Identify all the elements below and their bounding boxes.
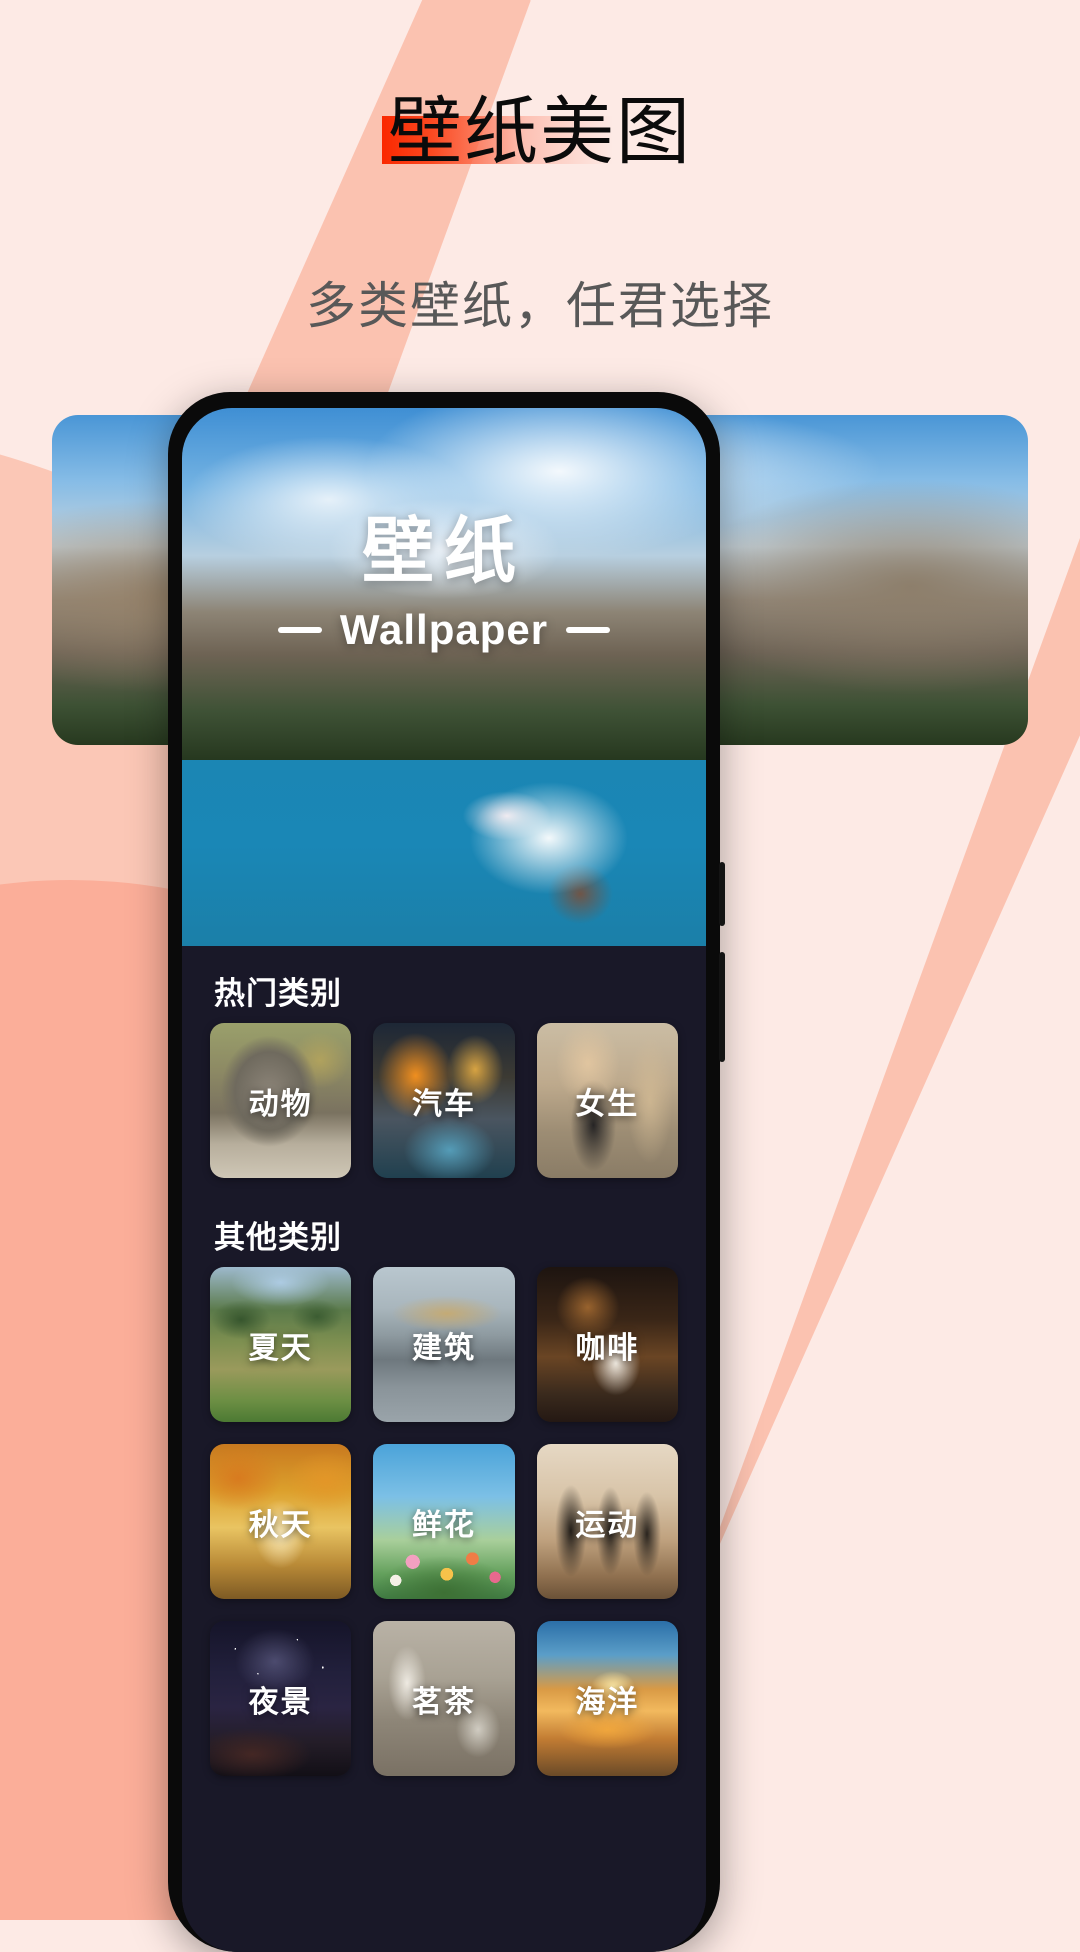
phone-volume-button	[719, 952, 725, 1062]
category-grid-hot: 动物 汽车 女生	[182, 1023, 706, 1200]
category-label: 茗茶	[411, 1685, 476, 1719]
category-tile-ocean[interactable]: 海洋	[536, 1621, 678, 1776]
phone-side-button	[719, 862, 725, 926]
page-title: 壁纸美图	[388, 92, 692, 174]
category-tile-coffee[interactable]: 咖啡	[536, 1267, 678, 1422]
category-tile-flowers[interactable]: 鲜花	[373, 1444, 515, 1599]
category-grid-other: 夏天 建筑 咖啡 秋天 鲜花 运动 夜景 茗茶 海洋	[182, 1267, 706, 1798]
app-hero: 壁纸 Wallpaper	[182, 408, 706, 760]
category-label: 咖啡	[575, 1331, 640, 1365]
category-tile-nightview[interactable]: 夜景	[210, 1621, 352, 1776]
category-label: 建筑	[411, 1331, 476, 1365]
phone-mockup: 壁纸 Wallpaper 热门类别 动物 汽车 女生 其他类别 夏天 建筑 咖啡…	[168, 392, 725, 1952]
dash-right-icon	[566, 627, 611, 633]
category-label: 运动	[575, 1508, 640, 1542]
section-heading-other: 其他类别	[214, 1220, 342, 1255]
category-tile-architecture[interactable]: 建筑	[373, 1267, 515, 1422]
category-tile-summer[interactable]: 夏天	[210, 1267, 352, 1422]
category-label: 夏天	[248, 1331, 313, 1365]
category-label: 海洋	[575, 1685, 640, 1719]
category-tile-sports[interactable]: 运动	[536, 1444, 678, 1599]
hero-title-en-row: Wallpaper	[182, 606, 706, 654]
dash-left-icon	[277, 627, 322, 633]
category-tile-animals[interactable]: 动物	[210, 1023, 352, 1178]
hero-title-en: Wallpaper	[339, 606, 549, 653]
category-label: 秋天	[248, 1508, 313, 1542]
phone-screen: 壁纸 Wallpaper 热门类别 动物 汽车 女生 其他类别 夏天 建筑 咖啡…	[182, 408, 706, 1952]
category-tile-girls[interactable]: 女生	[536, 1023, 678, 1178]
banner-blossom-photo	[182, 760, 706, 946]
promo-banner[interactable]	[182, 760, 706, 946]
category-tile-cars[interactable]: 汽车	[373, 1023, 515, 1178]
hero-text-block: 壁纸 Wallpaper	[182, 516, 706, 654]
category-label: 女生	[575, 1087, 640, 1121]
app-content: 热门类别 动物 汽车 女生 其他类别 夏天 建筑 咖啡 秋天 鲜花 运动 夜景 …	[182, 946, 706, 1952]
category-tile-autumn[interactable]: 秋天	[210, 1444, 352, 1599]
category-label: 汽车	[411, 1087, 476, 1121]
category-tile-tea[interactable]: 茗茶	[373, 1621, 515, 1776]
page-header: 壁纸美图 多类壁纸，任君选择	[0, 0, 1080, 338]
category-label: 鲜花	[411, 1508, 476, 1542]
section-heading-hot: 热门类别	[214, 976, 342, 1011]
category-label: 夜景	[248, 1685, 313, 1719]
hero-title-cn: 壁纸	[361, 512, 526, 592]
page-subtitle: 多类壁纸，任君选择	[306, 278, 774, 334]
page-title-wrapper: 壁纸美图	[382, 92, 692, 174]
category-label: 动物	[248, 1087, 313, 1121]
